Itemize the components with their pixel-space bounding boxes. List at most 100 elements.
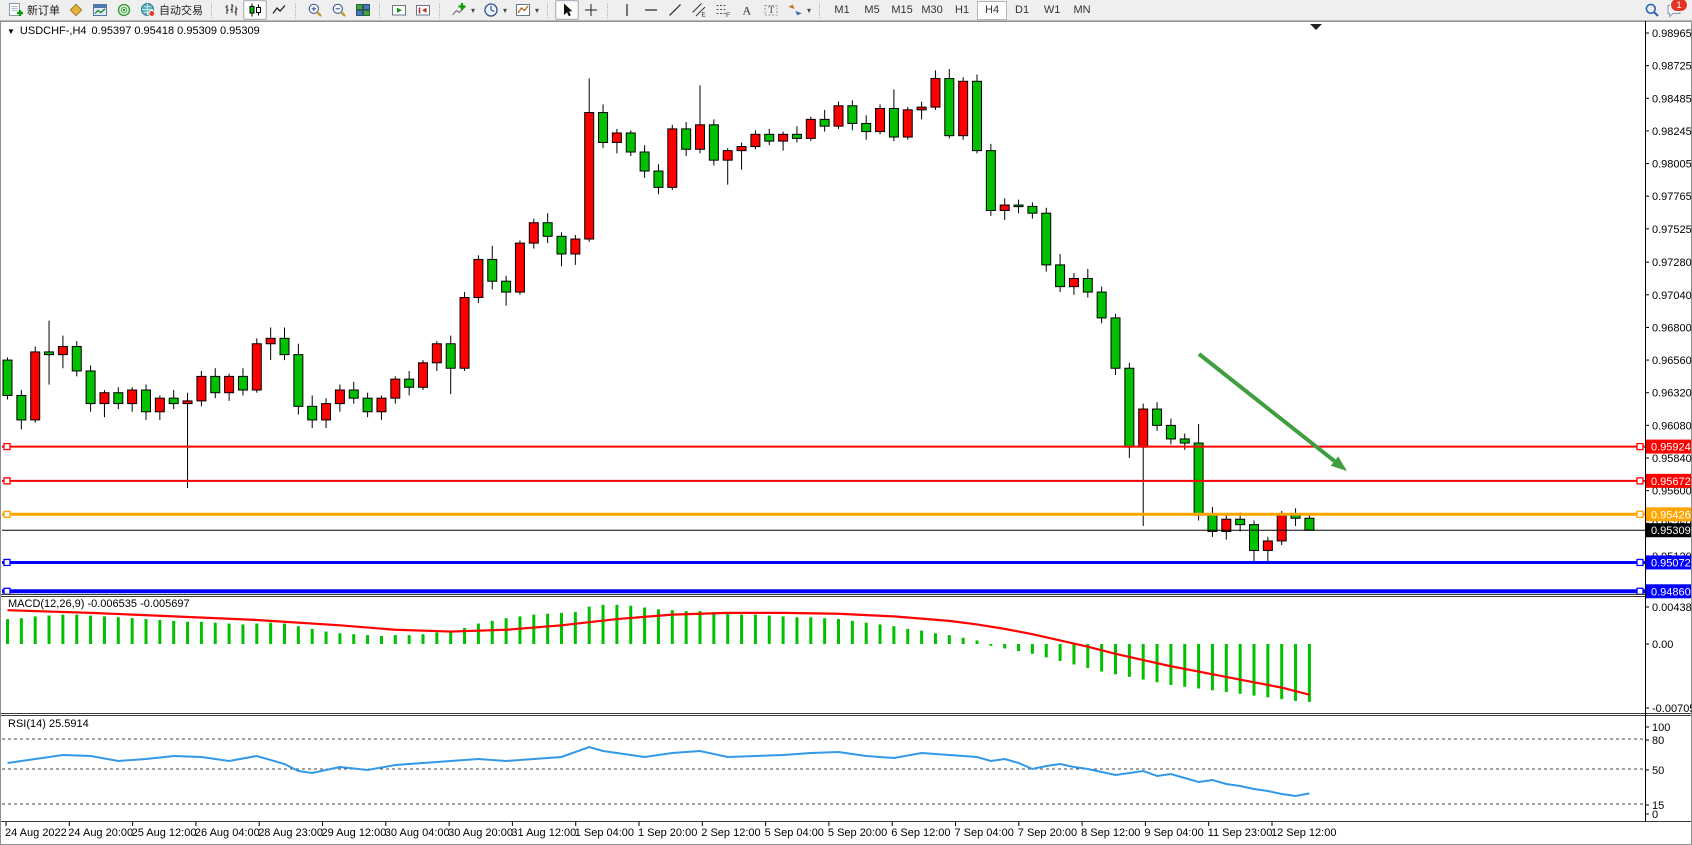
indicators-icon <box>451 2 467 18</box>
rsi-axis-label: 50 <box>1652 765 1664 777</box>
candle-body <box>682 129 691 149</box>
macd-axis-label: 0.004387 <box>1652 602 1692 614</box>
signals-button[interactable] <box>112 0 136 20</box>
candle-body <box>183 401 192 404</box>
timeframe-D1-button[interactable]: D1 <box>1007 1 1037 20</box>
chevron-down-icon[interactable]: ▾ <box>535 6 539 15</box>
candlestick-type-button[interactable] <box>243 0 267 20</box>
line-handle[interactable] <box>4 511 10 517</box>
candle-body <box>225 376 234 392</box>
zoom-out-button[interactable] <box>327 0 351 20</box>
price-tick-label: 0.95840 <box>1652 453 1692 465</box>
chart-window-button[interactable] <box>88 0 112 20</box>
candle-body <box>1236 519 1245 524</box>
indicators-button[interactable]: ▾ <box>447 0 479 20</box>
timeframe-MN-button[interactable]: MN <box>1067 1 1097 20</box>
line-handle[interactable] <box>1637 588 1643 594</box>
line-chart-type-button[interactable] <box>267 0 291 20</box>
notification-badge: 1 <box>1670 0 1688 12</box>
toolbar-separator <box>607 3 611 18</box>
bar-chart-type-button[interactable] <box>219 0 243 20</box>
timeframe-W1-button[interactable]: W1 <box>1037 1 1067 20</box>
candle-body <box>668 129 677 187</box>
candle-body <box>1277 515 1286 541</box>
new-order-label: 新订单 <box>27 2 60 18</box>
toolbar-separator <box>547 3 551 18</box>
candle-body <box>1180 439 1189 443</box>
chevron-down-icon[interactable]: ▾ <box>807 6 811 15</box>
timeframe-M15-button[interactable]: M15 <box>887 1 917 20</box>
candle-body <box>779 134 788 141</box>
candle-body <box>1042 213 1051 265</box>
arrows-button[interactable]: ▾ <box>783 0 815 20</box>
collapse-triangle-icon[interactable]: ▼ <box>7 27 15 36</box>
tile-windows-button[interactable] <box>351 0 375 20</box>
line-handle[interactable] <box>4 588 10 594</box>
line-handle[interactable] <box>1637 559 1643 565</box>
channel-button[interactable]: E <box>687 0 711 20</box>
candle-body <box>280 338 289 354</box>
chevron-down-icon[interactable]: ▾ <box>503 6 507 15</box>
timeframe-H4-button[interactable]: H4 <box>977 1 1007 20</box>
candle-body <box>446 344 455 368</box>
line-handle[interactable] <box>4 444 10 450</box>
chevron-down-icon[interactable]: ▾ <box>471 6 475 15</box>
macd-axis-label: 0.00 <box>1652 639 1673 651</box>
timeframe-M5-button[interactable]: M5 <box>857 1 887 20</box>
candle-body <box>862 123 871 131</box>
auto-scroll-icon <box>391 2 407 18</box>
notifications-button[interactable]: 1 <box>1666 2 1682 18</box>
candle-body <box>931 79 940 108</box>
timeframe-M30-button[interactable]: M30 <box>917 1 947 20</box>
rsi-axis-label: 100 <box>1652 722 1670 734</box>
candle-body <box>986 151 995 211</box>
line-handle[interactable] <box>1637 511 1643 517</box>
templates-button[interactable]: ▾ <box>511 0 543 20</box>
line-handle[interactable] <box>4 559 10 565</box>
chart-shift-button[interactable] <box>411 0 435 20</box>
candle-body <box>197 376 206 400</box>
trendline-button[interactable] <box>663 0 687 20</box>
text-label-button[interactable]: T <box>759 0 783 20</box>
new-order-button[interactable]: 新订单 <box>4 0 64 20</box>
candle-body <box>571 239 580 254</box>
timeframe-M1-button[interactable]: M1 <box>827 1 857 20</box>
candle-body <box>1097 292 1106 318</box>
market-watch-button[interactable] <box>64 0 88 20</box>
line-handle[interactable] <box>1637 478 1643 484</box>
signal-radar-icon <box>116 2 132 18</box>
candle-body <box>1069 278 1078 286</box>
auto-trading-button[interactable]: 自动交易 <box>136 0 207 20</box>
vertical-line-button[interactable] <box>615 0 639 20</box>
line-chart-icon <box>271 2 287 18</box>
line-handle[interactable] <box>4 478 10 484</box>
fibonacci-button[interactable]: F <box>711 0 735 20</box>
svg-text:A: A <box>743 4 752 18</box>
tile-windows-icon <box>355 2 371 18</box>
candle-body <box>612 133 621 143</box>
candle-body <box>419 363 428 387</box>
search-icon[interactable] <box>1644 2 1660 18</box>
cursor-button[interactable] <box>555 0 579 20</box>
price-badge-label: 0.94860 <box>1651 586 1691 598</box>
candle-body <box>100 393 109 404</box>
zoom-in-button[interactable] <box>303 0 327 20</box>
periods-button[interactable]: ▾ <box>479 0 511 20</box>
candle-body <box>1153 409 1162 425</box>
price-tick-label: 0.96320 <box>1652 388 1692 400</box>
auto-scroll-button[interactable] <box>387 0 411 20</box>
candle-body <box>58 346 67 354</box>
crosshair-button[interactable] <box>579 0 603 20</box>
time-axis-label: 7 Sep 04:00 <box>955 827 1014 839</box>
horizontal-line-button[interactable] <box>639 0 663 20</box>
chart-canvas[interactable]: 0.989650.987250.984850.982450.980050.977… <box>0 0 1692 845</box>
line-handle[interactable] <box>1637 444 1643 450</box>
text-button[interactable]: A <box>735 0 759 20</box>
chart-shift-icon <box>415 2 431 18</box>
candle-body <box>515 243 524 292</box>
timeframe-H1-button[interactable]: H1 <box>947 1 977 20</box>
timeframe-toolbar: M1M5M15M30H1H4D1W1MN <box>827 1 1097 20</box>
candle-body <box>474 259 483 297</box>
candle-body <box>1166 425 1175 439</box>
toolbar-right-group: 1 <box>1644 2 1688 18</box>
